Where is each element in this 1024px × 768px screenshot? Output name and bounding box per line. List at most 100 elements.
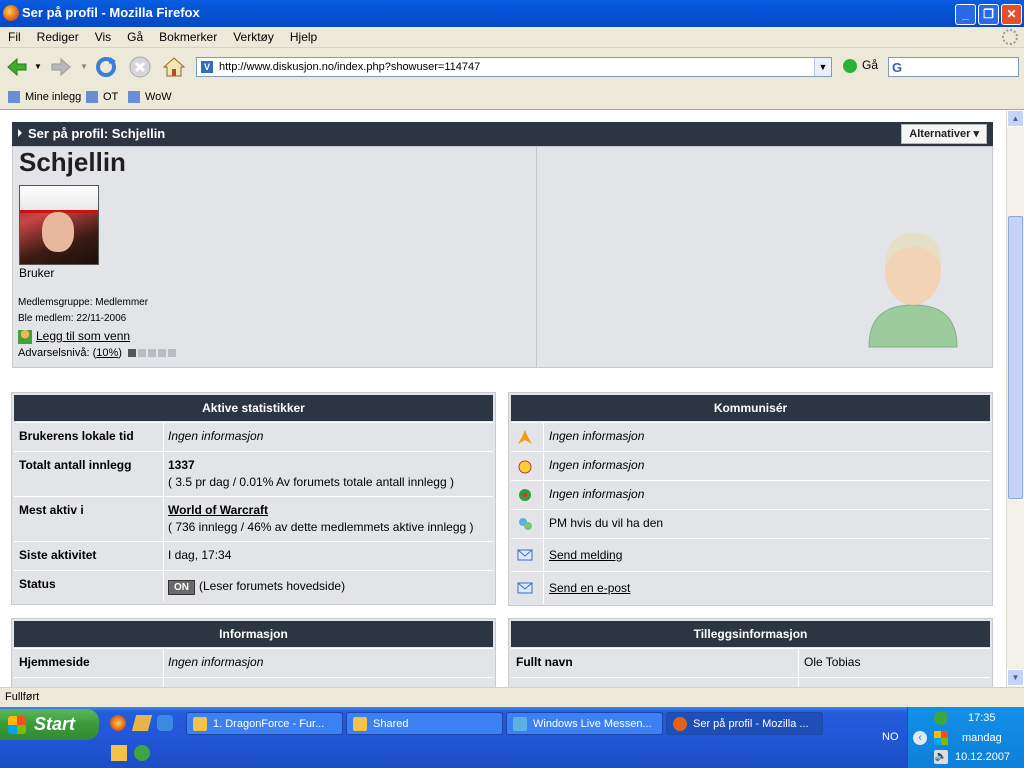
firefox-quicklaunch-icon[interactable] bbox=[110, 715, 126, 731]
contact-row: Ingen informasjon bbox=[511, 422, 990, 451]
send-message-link[interactable]: Send melding bbox=[549, 548, 622, 562]
extra-info-title: Tilleggsinformasjon bbox=[511, 621, 990, 647]
row-label: Hjemmeside bbox=[19, 655, 90, 669]
menu-bookmarks[interactable]: Bokmerker bbox=[159, 30, 217, 44]
email-icon bbox=[517, 582, 533, 594]
warning-link[interactable]: 10% bbox=[96, 347, 118, 359]
url-bar[interactable]: V http://www.diskusjon.no/index.php?show… bbox=[196, 57, 832, 77]
throbber-icon bbox=[1002, 29, 1018, 45]
folder-quicklaunch-icon[interactable] bbox=[111, 745, 127, 761]
task-dragonforce[interactable]: 1. DragonForce - Fur... bbox=[186, 712, 343, 735]
google-search-icon: G bbox=[892, 60, 903, 75]
window-titlebar[interactable]: Ser på profil - Mozilla Firefox _ ❐ ✕ bbox=[0, 0, 1024, 27]
menu-file[interactable]: Fil bbox=[8, 30, 21, 44]
row-label: Brukerens lokale tid bbox=[19, 429, 134, 443]
row-value: I dag, 17:34 bbox=[168, 548, 232, 562]
firefox-icon bbox=[3, 5, 19, 21]
row-detail: ( 3.5 pr dag / 0.01% Av forumets totale … bbox=[168, 475, 454, 489]
clock-day: mandag bbox=[962, 732, 1002, 744]
message-icon bbox=[517, 549, 533, 561]
contact-row: Send en e-post bbox=[511, 571, 990, 604]
add-friend-icon bbox=[18, 329, 32, 344]
minimize-button[interactable]: _ bbox=[955, 4, 976, 25]
volume-icon[interactable]: 🔈 bbox=[934, 750, 948, 764]
back-icon[interactable] bbox=[5, 55, 29, 79]
menu-edit[interactable]: Rediger bbox=[37, 30, 79, 44]
forward-icon[interactable] bbox=[49, 55, 73, 79]
communicate-panel: Kommunisér Ingen informasjon Ingen infor… bbox=[508, 392, 993, 606]
scroll-thumb[interactable] bbox=[1008, 216, 1023, 499]
vertical-scrollbar[interactable]: ▲ ▼ bbox=[1006, 110, 1024, 687]
default-avatar-icon bbox=[868, 233, 958, 348]
home-icon[interactable] bbox=[162, 55, 186, 79]
table-row: Brukerens lokale tid Ingen informasjon bbox=[14, 422, 493, 451]
go-icon bbox=[843, 58, 857, 73]
bookmark-wow[interactable]: WoW bbox=[128, 91, 172, 104]
menu-go[interactable]: Gå bbox=[127, 30, 143, 44]
extra-info-panel: Tilleggsinformasjon Fullt navn Ole Tobia… bbox=[508, 618, 993, 687]
menu-view[interactable]: Vis bbox=[95, 30, 111, 44]
member-rank: Bruker bbox=[19, 266, 55, 280]
back-dropdown-icon[interactable]: ▼ bbox=[34, 62, 42, 71]
menu-tools[interactable]: Verktøy bbox=[233, 30, 274, 44]
windows-tray-icon[interactable] bbox=[934, 731, 948, 745]
contact-value: Ingen informasjon bbox=[549, 458, 645, 472]
reload-icon[interactable] bbox=[94, 55, 118, 79]
close-button[interactable]: ✕ bbox=[1001, 4, 1022, 25]
status-text: Fullført bbox=[5, 691, 40, 703]
bookmark-mine-innlegg[interactable]: Mine inlegg bbox=[8, 91, 81, 104]
send-email-link[interactable]: Send en e-post bbox=[549, 581, 630, 595]
language-indicator[interactable]: NO bbox=[882, 731, 899, 743]
firefox-icon bbox=[673, 717, 687, 731]
msn-icon bbox=[519, 518, 532, 530]
online-badge: ON bbox=[168, 580, 195, 595]
menu-help[interactable]: Hjelp bbox=[290, 30, 317, 44]
forward-dropdown-icon[interactable]: ▼ bbox=[80, 62, 88, 71]
navigation-toolbar: ▼ ▼ V http://www.diskusjon.no/index.php?… bbox=[0, 48, 1024, 86]
info-panel: Informasjon Hjemmeside Ingen informasjon bbox=[11, 618, 496, 687]
clock-time: 17:35 bbox=[968, 712, 996, 724]
ie-quicklaunch-icon[interactable] bbox=[157, 715, 173, 731]
tray-expand-icon[interactable]: ‹ bbox=[913, 731, 927, 745]
search-input[interactable]: G bbox=[888, 57, 1019, 77]
row-value: 1337 bbox=[168, 458, 195, 472]
member-group: Medlemsgruppe: Medlemmer bbox=[18, 297, 149, 308]
site-favicon-icon: V bbox=[201, 61, 213, 73]
restore-button[interactable]: ❐ bbox=[978, 4, 999, 25]
task-messenger[interactable]: Windows Live Messen... bbox=[506, 712, 663, 735]
add-friend-link[interactable]: Legg til som venn bbox=[18, 329, 130, 344]
avatar bbox=[19, 185, 99, 265]
winamp-icon bbox=[193, 717, 207, 731]
communicate-title: Kommunisér bbox=[511, 395, 990, 421]
row-value: Ingen informasjon bbox=[168, 429, 264, 443]
stats-title: Aktive statistikker bbox=[14, 395, 493, 421]
clock-date: 10.12.2007 bbox=[955, 751, 1011, 763]
bookmark-ot[interactable]: OT bbox=[86, 91, 118, 104]
go-button[interactable]: Gå bbox=[843, 58, 878, 73]
windows-logo-icon bbox=[8, 716, 26, 734]
task-shared[interactable]: Shared bbox=[346, 712, 503, 735]
join-date: Ble medlem: 22/11-2006 bbox=[18, 313, 127, 324]
messenger-quicklaunch-icon[interactable] bbox=[134, 745, 150, 761]
contact-row: PM hvis du vil ha den bbox=[511, 509, 990, 538]
warning-level: Advarselsnivå: (10%) bbox=[18, 347, 178, 359]
menu-bar: Fil Rediger Vis Gå Bokmerker Verktøy Hjelp bbox=[0, 27, 1024, 48]
profile-panel: Schjellin Bruker Medlemsgruppe: Medlemme… bbox=[12, 146, 993, 368]
url-dropdown-icon[interactable]: ▼ bbox=[814, 58, 831, 76]
url-text[interactable]: http://www.diskusjon.no/index.php?showus… bbox=[219, 61, 480, 73]
messenger-tray-icon[interactable] bbox=[934, 711, 948, 725]
warning-bar bbox=[128, 347, 178, 359]
stop-icon[interactable] bbox=[128, 55, 152, 79]
start-button[interactable]: Start bbox=[0, 709, 99, 740]
task-firefox[interactable]: Ser på profil - Mozilla ... bbox=[666, 712, 823, 735]
profile-header: Ser på profil: Schjellin Alternativer ▾ bbox=[12, 122, 993, 146]
winamp-quicklaunch-icon[interactable] bbox=[131, 715, 153, 731]
active-forum-link[interactable]: World of Warcraft bbox=[168, 503, 268, 517]
username: Schjellin bbox=[19, 147, 126, 177]
folder-icon bbox=[353, 717, 367, 731]
icq-icon bbox=[519, 489, 531, 501]
options-button[interactable]: Alternativer ▾ bbox=[901, 124, 987, 144]
scroll-up-icon[interactable]: ▲ bbox=[1007, 110, 1024, 127]
divider bbox=[536, 147, 537, 367]
scroll-down-icon[interactable]: ▼ bbox=[1007, 669, 1024, 686]
